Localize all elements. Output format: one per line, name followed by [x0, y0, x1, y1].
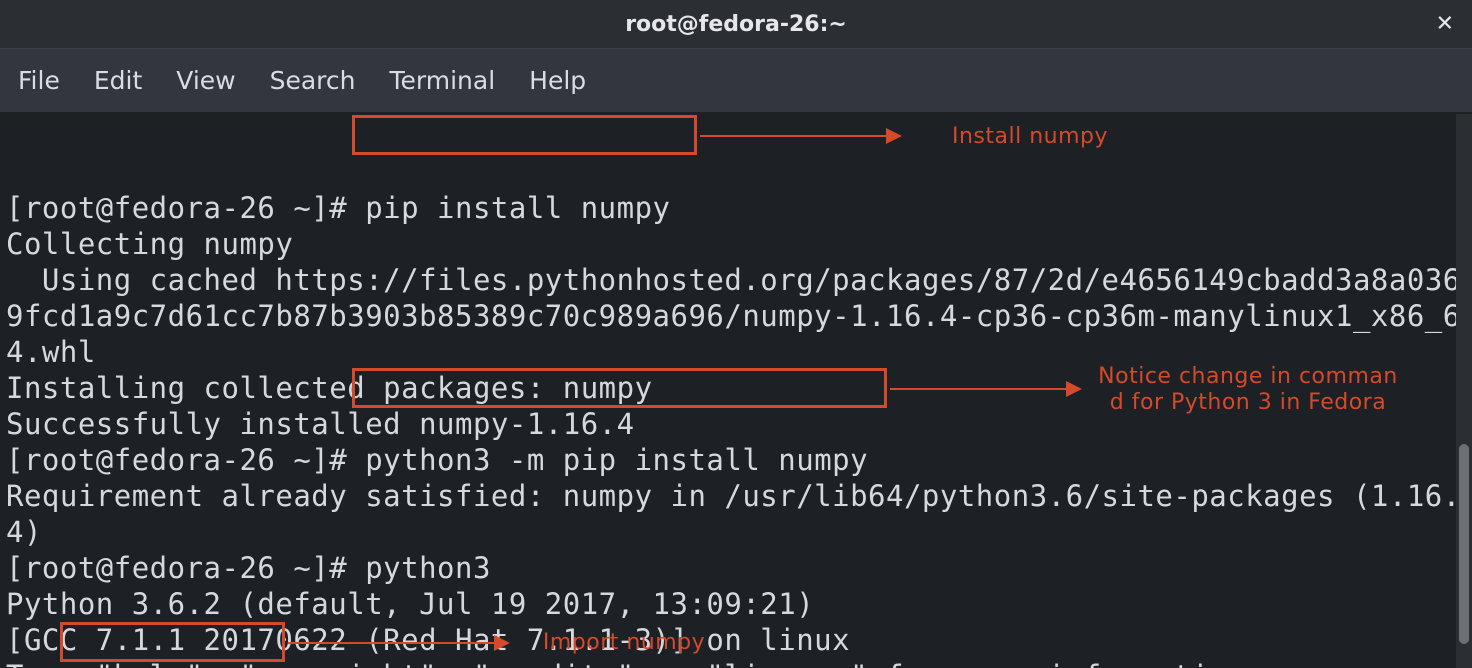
- menu-view[interactable]: View: [176, 66, 235, 95]
- menu-help[interactable]: Help: [529, 66, 586, 95]
- annotation-highlight-1: [352, 115, 697, 155]
- close-icon[interactable]: ✕: [1436, 12, 1454, 37]
- term-out-requirement: Requirement already satisfied: numpy in …: [6, 479, 1461, 549]
- window-titlebar: root@fedora-26:~ ✕: [0, 0, 1472, 48]
- scrollbar-thumb[interactable]: [1459, 444, 1469, 644]
- terminal-content: [root@fedora-26 ~]# pip install numpy Co…: [6, 190, 1466, 668]
- term-prompt-3: [root@fedora-26 ~]#: [6, 551, 347, 585]
- term-prompt-1: [root@fedora-26 ~]#: [6, 191, 347, 225]
- term-prompt-2: [root@fedora-26 ~]#: [6, 443, 347, 477]
- terminal-viewport[interactable]: [root@fedora-26 ~]# pip install numpy Co…: [0, 114, 1472, 668]
- menu-file[interactable]: File: [18, 66, 60, 95]
- window-title: root@fedora-26:~: [625, 12, 847, 37]
- term-out-typehelp: Type "help", "copyright", "credits" or "…: [6, 659, 1263, 668]
- scrollbar-track[interactable]: [1456, 114, 1472, 668]
- term-out-gcc: [GCC 7.1.1 20170622 (Red Hat 7.1.1-3)] o…: [6, 623, 850, 657]
- term-out-success: Successfully installed numpy-1.16.4: [6, 407, 635, 441]
- term-out-collecting: Collecting numpy: [6, 227, 293, 261]
- menu-edit[interactable]: Edit: [94, 66, 142, 95]
- term-out-pyver: Python 3.6.2 (default, Jul 19 2017, 13:0…: [6, 587, 814, 621]
- menu-terminal[interactable]: Terminal: [389, 66, 495, 95]
- term-cmd-1: pip install numpy: [365, 191, 670, 225]
- term-cmd-2: python3 -m pip install numpy: [365, 443, 868, 477]
- term-cmd-3: python3: [365, 551, 491, 585]
- annotation-arrow-icon-1: [700, 135, 900, 137]
- term-out-cached-pre: Using cached: [6, 263, 275, 297]
- term-out-installing: Installing collected packages: numpy: [6, 371, 653, 405]
- terminal-window: root@fedora-26:~ ✕ File Edit View Search…: [0, 0, 1472, 668]
- menu-search[interactable]: Search: [270, 66, 356, 95]
- annotation-label-1: Install numpy: [930, 124, 1130, 150]
- menu-bar: File Edit View Search Terminal Help: [0, 48, 1472, 114]
